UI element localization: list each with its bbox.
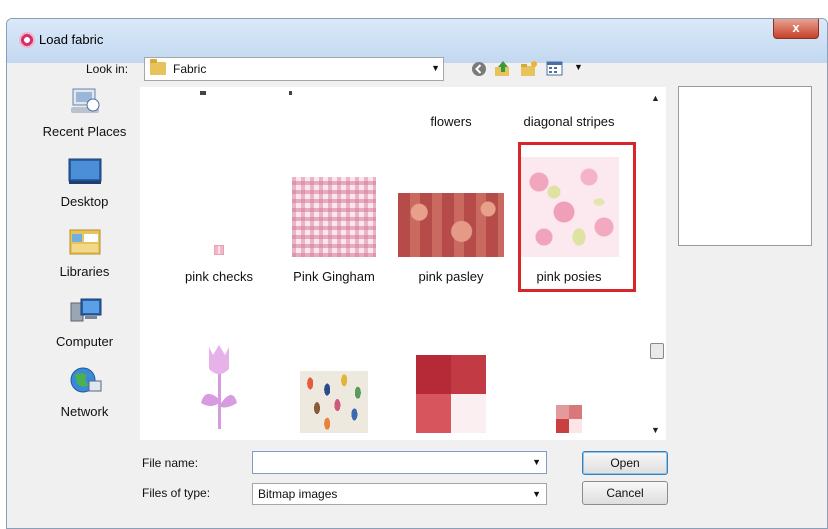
scroll-down-icon[interactable]: ▼ <box>651 425 660 435</box>
file-item-pink-checks[interactable]: pink checks <box>160 137 278 287</box>
scroll-thumb[interactable] <box>650 343 664 359</box>
file-name: pink checks <box>185 269 253 284</box>
cancel-button[interactable]: Cancel <box>582 481 668 505</box>
place-network[interactable]: Network <box>32 365 137 419</box>
file-item-partial[interactable] <box>160 87 278 127</box>
file-thumbnail <box>197 339 241 435</box>
folder-icon <box>150 59 166 75</box>
file-name-input[interactable]: ▼ <box>252 451 547 474</box>
place-label: Computer <box>55 334 114 349</box>
file-thumbnail <box>300 371 368 433</box>
scroll-up-icon[interactable]: ▲ <box>651 93 660 103</box>
new-folder-icon[interactable] <box>520 60 538 78</box>
file-item-pink-gingham[interactable]: Pink Gingham <box>275 137 393 287</box>
places-bar: Recent Places Desktop Libraries Computer… <box>32 85 137 440</box>
file-item-dots[interactable] <box>275 337 393 440</box>
place-recent-places[interactable]: Recent Places <box>32 85 137 139</box>
file-item-flowers[interactable]: flowers <box>392 87 510 129</box>
chevron-down-icon[interactable]: ▼ <box>431 63 440 73</box>
open-button[interactable]: Open <box>582 451 668 475</box>
file-name: Pink Gingham <box>293 269 375 284</box>
view-menu-icon[interactable] <box>546 60 564 78</box>
file-name-label: File name: <box>142 456 199 470</box>
file-type-label: Files of type: <box>142 486 211 500</box>
file-item-small-red[interactable] <box>510 337 628 440</box>
file-thumbnail <box>416 355 486 433</box>
view-chevron-icon[interactable]: ▼ <box>574 62 583 72</box>
file-item-diagonal-stripes[interactable]: diagonal stripes <box>510 87 628 129</box>
vertical-scrollbar[interactable]: ▲ ▼ <box>648 87 666 440</box>
recent-places-icon <box>70 88 99 113</box>
desktop-icon <box>68 158 101 184</box>
file-name: diagonal stripes <box>523 114 615 129</box>
libraries-icon <box>69 229 100 255</box>
file-name: flowers <box>430 114 472 129</box>
place-libraries[interactable]: Libraries <box>32 225 137 279</box>
place-label: Network <box>60 404 109 419</box>
lookin-label: Look in: <box>86 62 129 76</box>
up-folder-icon[interactable] <box>494 60 512 78</box>
close-button[interactable]: x <box>773 19 819 39</box>
file-thumbnail <box>556 405 582 433</box>
place-label: Desktop <box>60 194 109 209</box>
file-name: pink pasley <box>418 269 484 284</box>
place-label: Recent Places <box>42 124 127 139</box>
window-title: Load fabric <box>39 32 104 47</box>
lookin-value: Fabric <box>173 62 207 76</box>
app-icon <box>19 32 35 48</box>
selection-highlight <box>518 142 636 292</box>
file-thumbnail <box>292 177 376 257</box>
place-label: Libraries <box>59 264 110 279</box>
back-icon[interactable] <box>470 60 488 78</box>
file-item-pink-pasley[interactable]: pink pasley <box>392 137 510 287</box>
file-item-tulip[interactable] <box>160 337 278 440</box>
place-desktop[interactable]: Desktop <box>32 155 137 209</box>
file-type-select[interactable]: Bitmap images ▼ <box>252 483 547 505</box>
file-type-value: Bitmap images <box>258 487 338 501</box>
file-item-partial[interactable] <box>275 87 393 127</box>
file-item-red-squares[interactable] <box>392 337 510 440</box>
file-thumbnail <box>214 245 224 255</box>
lookin-combo[interactable]: Fabric ▼ <box>144 57 444 81</box>
network-icon <box>70 367 101 393</box>
chevron-down-icon[interactable]: ▼ <box>532 489 541 499</box>
preview-pane <box>678 86 812 246</box>
chevron-down-icon[interactable]: ▼ <box>532 457 541 467</box>
file-thumbnail <box>398 193 504 257</box>
computer-icon <box>70 298 101 322</box>
place-computer[interactable]: Computer <box>32 295 137 349</box>
